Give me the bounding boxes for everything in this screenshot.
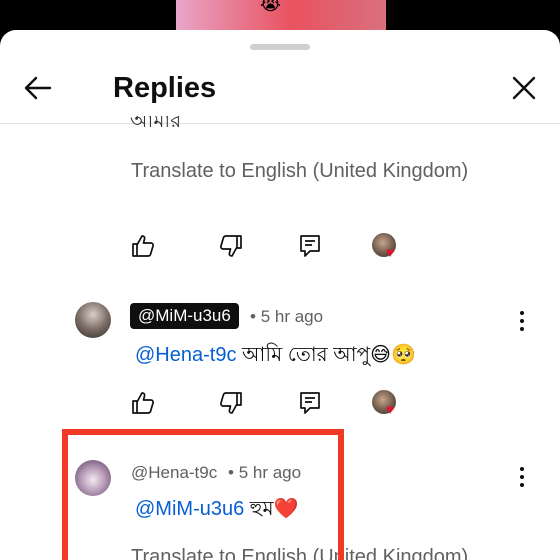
like-button[interactable] bbox=[130, 390, 160, 420]
reply-button[interactable] bbox=[297, 233, 327, 263]
mention-link[interactable]: @Hena-t9c bbox=[135, 344, 236, 366]
heart-icon: ♥ bbox=[386, 244, 395, 260]
crying-emoji: 😭 bbox=[260, 0, 282, 14]
dislike-button[interactable] bbox=[218, 233, 248, 263]
thumbs-up-icon bbox=[132, 235, 154, 257]
creator-heart: ♥ bbox=[372, 233, 402, 263]
previous-comment-text: আমার bbox=[130, 116, 182, 130]
thumbs-down-icon bbox=[220, 235, 242, 257]
reply-timestamp: • 5 hr ago bbox=[250, 307, 324, 326]
reply-icon bbox=[300, 235, 320, 257]
creator-heart: ♥ bbox=[372, 390, 402, 420]
author-handle[interactable]: @MiM-u3u6 bbox=[130, 303, 239, 329]
translate-link[interactable]: Translate to English (United Kingdom) bbox=[131, 160, 468, 183]
close-icon bbox=[512, 76, 536, 100]
back-button[interactable] bbox=[18, 68, 58, 108]
avatar[interactable] bbox=[75, 302, 111, 338]
arrow-left-icon bbox=[24, 76, 52, 100]
replies-sheet: Replies আমার Translate to English (Unite… bbox=[0, 30, 560, 560]
more-options-button[interactable] bbox=[512, 306, 532, 336]
thumbs-down-icon bbox=[220, 392, 242, 414]
highlight-box bbox=[62, 429, 344, 560]
close-button[interactable] bbox=[504, 68, 544, 108]
comment-actions: ♥ bbox=[130, 233, 410, 263]
dislike-button[interactable] bbox=[218, 390, 248, 420]
drag-handle[interactable] bbox=[250, 44, 310, 50]
replies-header: Replies bbox=[0, 54, 560, 124]
heart-icon: ♥ bbox=[386, 401, 395, 417]
thumbs-up-icon bbox=[132, 392, 154, 414]
reply-actions: ♥ bbox=[130, 390, 410, 420]
reply-icon bbox=[300, 392, 320, 414]
more-options-button[interactable] bbox=[512, 462, 532, 492]
reply-text: @Hena-t9c আমি তোর আপু😅🥺 bbox=[135, 344, 416, 366]
page-title: Replies bbox=[113, 72, 217, 104]
like-button[interactable] bbox=[130, 233, 160, 263]
reply-button[interactable] bbox=[297, 390, 327, 420]
